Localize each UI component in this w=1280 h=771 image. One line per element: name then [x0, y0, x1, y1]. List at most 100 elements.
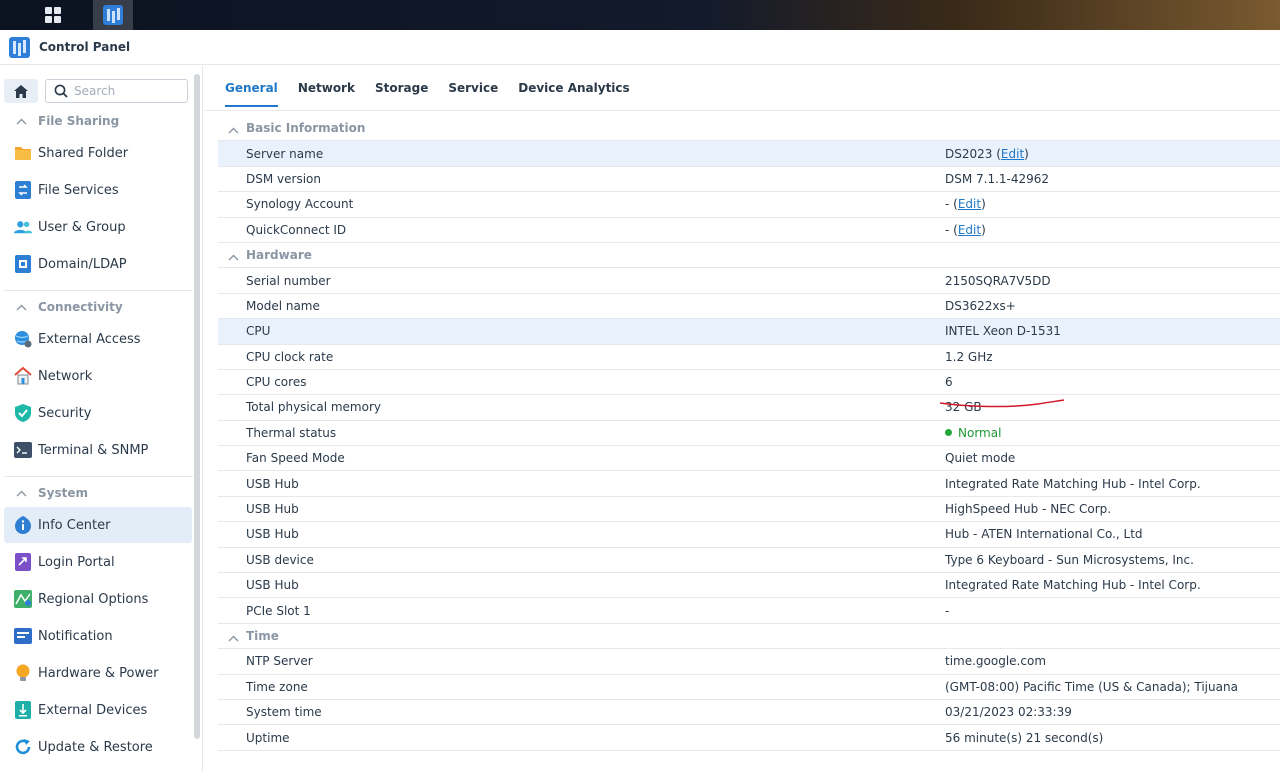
- sidebar-divider: [4, 290, 193, 291]
- edit-synology-account-link[interactable]: Edit: [958, 197, 981, 211]
- search-icon: [54, 84, 68, 98]
- table-row: Model name DS3622xs+: [218, 294, 1280, 320]
- users-icon: [14, 218, 32, 236]
- sidebar-item-label: Domain/LDAP: [38, 256, 127, 272]
- table-row: USB Hub Hub - ATEN International Co., Ltd: [218, 522, 1280, 548]
- row-key: CPU clock rate: [246, 349, 334, 364]
- sidebar-item-label: Network: [38, 368, 93, 384]
- sidebar: File Sharing Shared Folder File Services…: [0, 66, 203, 771]
- search-input[interactable]: [74, 84, 174, 98]
- row-value: -: [945, 603, 950, 618]
- table-row: USB Hub Integrated Rate Matching Hub - In…: [218, 573, 1280, 599]
- table-row: Fan Speed Mode Quiet mode: [218, 446, 1280, 472]
- row-value: - (Edit): [945, 197, 986, 212]
- terminal-icon: [14, 441, 32, 459]
- chevron-up-icon: [228, 123, 239, 137]
- table-row: CPU cores 6: [218, 370, 1280, 396]
- portal-icon: [14, 553, 32, 571]
- row-value: Quiet mode: [945, 451, 1016, 466]
- row-value: 56 minute(s) 21 second(s): [945, 730, 1104, 745]
- row-value: Integrated Rate Matching Hub - Intel Cor…: [945, 476, 1201, 491]
- section-file-sharing[interactable]: File Sharing: [0, 107, 193, 135]
- table-row: USB device Type 6 Keyboard - Sun Microsys…: [218, 548, 1280, 574]
- main-menu-button[interactable]: [33, 0, 73, 30]
- bulb-icon: [14, 664, 32, 682]
- grid-icon: [45, 7, 61, 23]
- sidebar-item-file-services[interactable]: File Services: [4, 172, 192, 208]
- table-row-cpu: CPU INTEL Xeon D-1531: [218, 319, 1280, 345]
- tab-device-analytics[interactable]: Device Analytics: [518, 66, 629, 111]
- sidebar-item-label: External Access: [38, 331, 141, 347]
- home-button[interactable]: [4, 79, 38, 103]
- table-row-quickconnect-id: QuickConnect ID - (Edit): [218, 218, 1280, 243]
- row-key: USB Hub: [246, 527, 299, 542]
- sidebar-item-update-restore[interactable]: Update & Restore: [4, 729, 192, 765]
- row-value: Integrated Rate Matching Hub - Intel Cor…: [945, 578, 1201, 593]
- taskbar: [0, 0, 1280, 30]
- table-row-synology-account: Synology Account - (Edit): [218, 192, 1280, 218]
- group-header-time[interactable]: Time: [218, 624, 1280, 650]
- tab-general[interactable]: General: [225, 66, 278, 111]
- row-value: (GMT-08:00) Pacific Time (US & Canada); …: [945, 679, 1238, 694]
- row-key: CPU cores: [246, 375, 307, 390]
- row-value: 6: [945, 375, 953, 390]
- sidebar-item-terminal-snmp[interactable]: Terminal & SNMP: [4, 432, 192, 468]
- row-value: INTEL Xeon D-1531: [945, 324, 1061, 339]
- synology-account-value: -: [945, 197, 950, 212]
- group-header-hardware[interactable]: Hardware: [218, 243, 1280, 269]
- sidebar-item-external-access[interactable]: External Access: [4, 321, 192, 357]
- row-value: 03/21/2023 02:33:39: [945, 705, 1072, 720]
- house-icon: [14, 367, 32, 385]
- sidebar-item-label: Regional Options: [38, 591, 149, 607]
- notification-icon: [14, 627, 32, 645]
- tab-storage[interactable]: Storage: [375, 66, 428, 111]
- sidebar-item-login-portal[interactable]: Login Portal: [4, 544, 192, 580]
- sidebar-item-label: Info Center: [38, 517, 111, 533]
- tab-service[interactable]: Service: [448, 66, 498, 111]
- sidebar-item-regional-options[interactable]: Regional Options: [4, 581, 192, 617]
- sidebar-item-external-devices[interactable]: External Devices: [4, 692, 192, 728]
- row-value: 2150SQRA7V5DD: [945, 273, 1051, 288]
- table-row: NTP Server time.google.com: [218, 649, 1280, 675]
- tab-network[interactable]: Network: [298, 66, 355, 111]
- window-titlebar: Control Panel: [0, 30, 1280, 65]
- table-row: PCIe Slot 1 -: [218, 598, 1280, 624]
- section-label: System: [38, 486, 88, 500]
- sidebar-item-label: Login Portal: [38, 554, 115, 570]
- chevron-up-icon: [228, 631, 239, 645]
- group-header-basic-information[interactable]: Basic Information: [218, 116, 1280, 142]
- search-field[interactable]: [45, 79, 188, 103]
- sidebar-item-label: Shared Folder: [38, 145, 129, 161]
- table-row-dsm-version: DSM version DSM 7.1.1-42962: [218, 167, 1280, 193]
- shield-icon: [14, 404, 32, 422]
- row-value: DS2023 (Edit): [945, 146, 1029, 161]
- sidebar-item-notification[interactable]: Notification: [4, 618, 192, 654]
- edit-server-name-link[interactable]: Edit: [1001, 147, 1024, 161]
- row-key: DSM version: [246, 171, 321, 186]
- section-system[interactable]: System: [0, 479, 193, 507]
- domain-icon: [14, 255, 32, 273]
- sidebar-item-shared-folder[interactable]: Shared Folder: [4, 135, 192, 171]
- sidebar-item-network[interactable]: Network: [4, 358, 192, 394]
- chevron-up-icon: [16, 304, 30, 311]
- window-title: Control Panel: [39, 40, 131, 54]
- chevron-up-icon: [16, 490, 30, 497]
- sidebar-item-user-group[interactable]: User & Group: [4, 209, 192, 245]
- row-value: Normal: [945, 426, 1001, 440]
- row-key: Fan Speed Mode: [246, 451, 345, 466]
- section-label: File Sharing: [38, 114, 120, 128]
- row-key: USB Hub: [246, 476, 299, 491]
- sidebar-item-security[interactable]: Security: [4, 395, 192, 431]
- sidebar-item-hardware-power[interactable]: Hardware & Power: [4, 655, 192, 691]
- sidebar-item-domain-ldap[interactable]: Domain/LDAP: [4, 246, 192, 282]
- refresh-icon: [14, 738, 32, 756]
- edit-quickconnect-link[interactable]: Edit: [958, 223, 981, 237]
- taskbar-control-panel-button[interactable]: [93, 0, 133, 30]
- table-row: System time 03/21/2023 02:33:39: [218, 700, 1280, 726]
- sidebar-item-info-center[interactable]: Info Center: [4, 507, 192, 543]
- section-connectivity[interactable]: Connectivity: [0, 293, 193, 321]
- sidebar-scrollbar[interactable]: [194, 74, 200, 739]
- map-icon: [14, 590, 32, 608]
- table-row: USB Hub Integrated Rate Matching Hub - In…: [218, 471, 1280, 497]
- chevron-up-icon: [228, 250, 239, 264]
